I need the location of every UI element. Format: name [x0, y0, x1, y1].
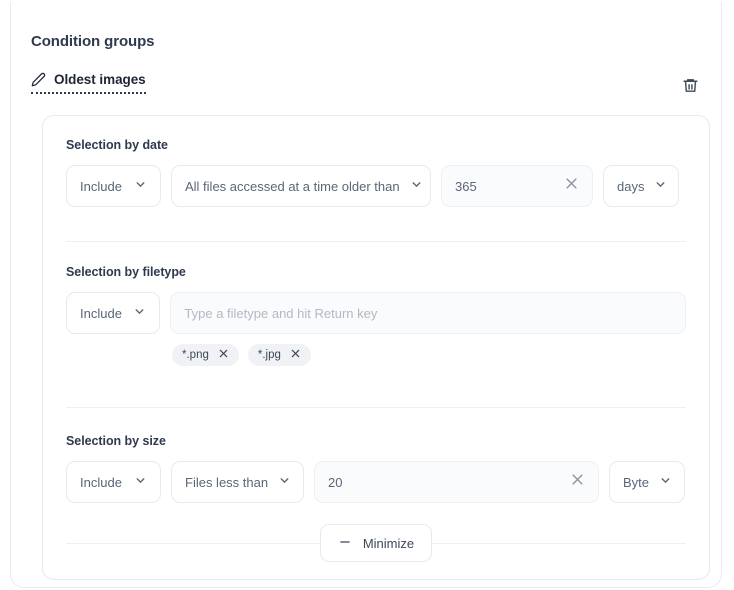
divider-filetype-size — [66, 407, 686, 408]
date-value-text: 365 — [455, 179, 564, 194]
filetype-chip: *.jpg — [248, 344, 311, 366]
divider-date-filetype — [66, 241, 686, 242]
chevron-down-icon — [134, 178, 147, 194]
filetype-chip: *.png — [172, 344, 239, 366]
filetype-chip-list: *.png *.jpg — [172, 344, 686, 366]
chevron-down-icon — [133, 305, 146, 321]
filetype-condition-row: Include Type a filetype and hit Return k… — [66, 292, 686, 334]
minimize-footer: Minimize — [66, 520, 686, 566]
conditions-panel: Selection by date Include All files acce… — [42, 115, 710, 580]
pencil-icon — [31, 72, 46, 87]
filetype-chip-label: *.jpg — [258, 349, 281, 361]
remove-chip-icon[interactable] — [290, 348, 301, 362]
size-include-select[interactable]: Include — [66, 461, 161, 503]
minimize-label: Minimize — [363, 536, 414, 551]
chevron-down-icon — [654, 178, 667, 194]
group-name-editable[interactable]: Oldest images — [31, 72, 146, 94]
chevron-down-icon — [410, 178, 423, 194]
trash-icon — [682, 77, 699, 97]
condition-group-header: Oldest images — [31, 72, 703, 102]
section-label-filetype: Selection by filetype — [66, 265, 686, 279]
date-value-input[interactable]: 365 — [441, 165, 593, 207]
clear-icon[interactable] — [570, 472, 585, 492]
filetype-chip-label: *.png — [182, 349, 209, 361]
group-name-label: Oldest images — [54, 72, 146, 87]
size-unit-value: Byte — [623, 476, 649, 489]
date-rule-value: All files accessed at a time older than — [185, 180, 400, 193]
date-rule-select[interactable]: All files accessed at a time older than — [171, 165, 431, 207]
filetype-input[interactable]: Type a filetype and hit Return key — [170, 292, 686, 334]
size-value-input[interactable]: 20 — [314, 461, 599, 503]
size-rule-value: Files less than — [185, 476, 268, 489]
filetype-placeholder: Type a filetype and hit Return key — [184, 306, 672, 321]
date-unit-select[interactable]: days — [603, 165, 679, 207]
section-label-date: Selection by date — [66, 138, 686, 152]
size-condition-row: Include Files less than 20 — [66, 461, 686, 503]
page-title: Condition groups — [31, 33, 154, 50]
delete-group-button[interactable] — [677, 74, 703, 100]
chevron-down-icon — [659, 474, 672, 490]
section-selection-by-filetype: Selection by filetype Include Type a fil… — [66, 265, 686, 366]
section-selection-by-size: Selection by size Include Files less tha… — [66, 434, 686, 503]
filetype-include-select[interactable]: Include — [66, 292, 160, 334]
remove-chip-icon[interactable] — [218, 348, 229, 362]
size-unit-select[interactable]: Byte — [609, 461, 685, 503]
size-value-text: 20 — [328, 475, 570, 490]
clear-icon[interactable] — [564, 176, 579, 196]
date-condition-row: Include All files accessed at a time old… — [66, 165, 686, 207]
minus-icon — [338, 535, 352, 552]
chevron-down-icon — [134, 474, 147, 490]
chevron-down-icon — [278, 474, 291, 490]
condition-groups-card: Condition groups Oldest images — [10, 2, 722, 588]
minimize-button[interactable]: Minimize — [320, 524, 432, 562]
size-rule-select[interactable]: Files less than — [171, 461, 304, 503]
section-selection-by-date: Selection by date Include All files acce… — [66, 138, 686, 207]
section-label-size: Selection by size — [66, 434, 686, 448]
size-include-value: Include — [80, 476, 122, 489]
filetype-include-value: Include — [80, 307, 122, 320]
date-unit-value: days — [617, 180, 644, 193]
date-include-value: Include — [80, 180, 122, 193]
date-include-select[interactable]: Include — [66, 165, 161, 207]
